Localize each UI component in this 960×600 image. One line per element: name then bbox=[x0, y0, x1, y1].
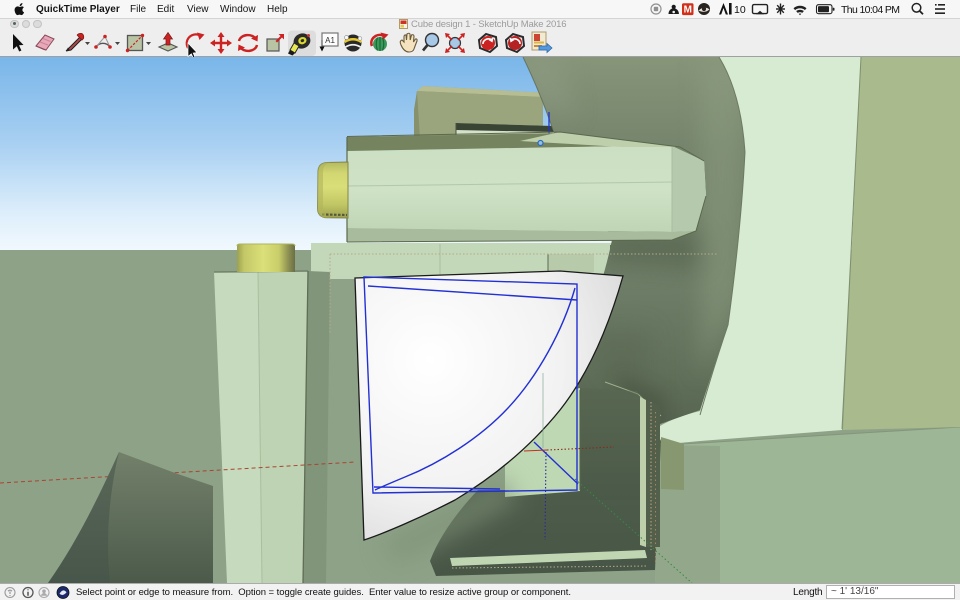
svg-text:A1: A1 bbox=[325, 36, 335, 45]
svg-text:Thu 10:04 PM: Thu 10:04 PM bbox=[841, 4, 900, 16]
svg-text:10: 10 bbox=[734, 4, 746, 16]
svg-text:M: M bbox=[684, 5, 692, 16]
